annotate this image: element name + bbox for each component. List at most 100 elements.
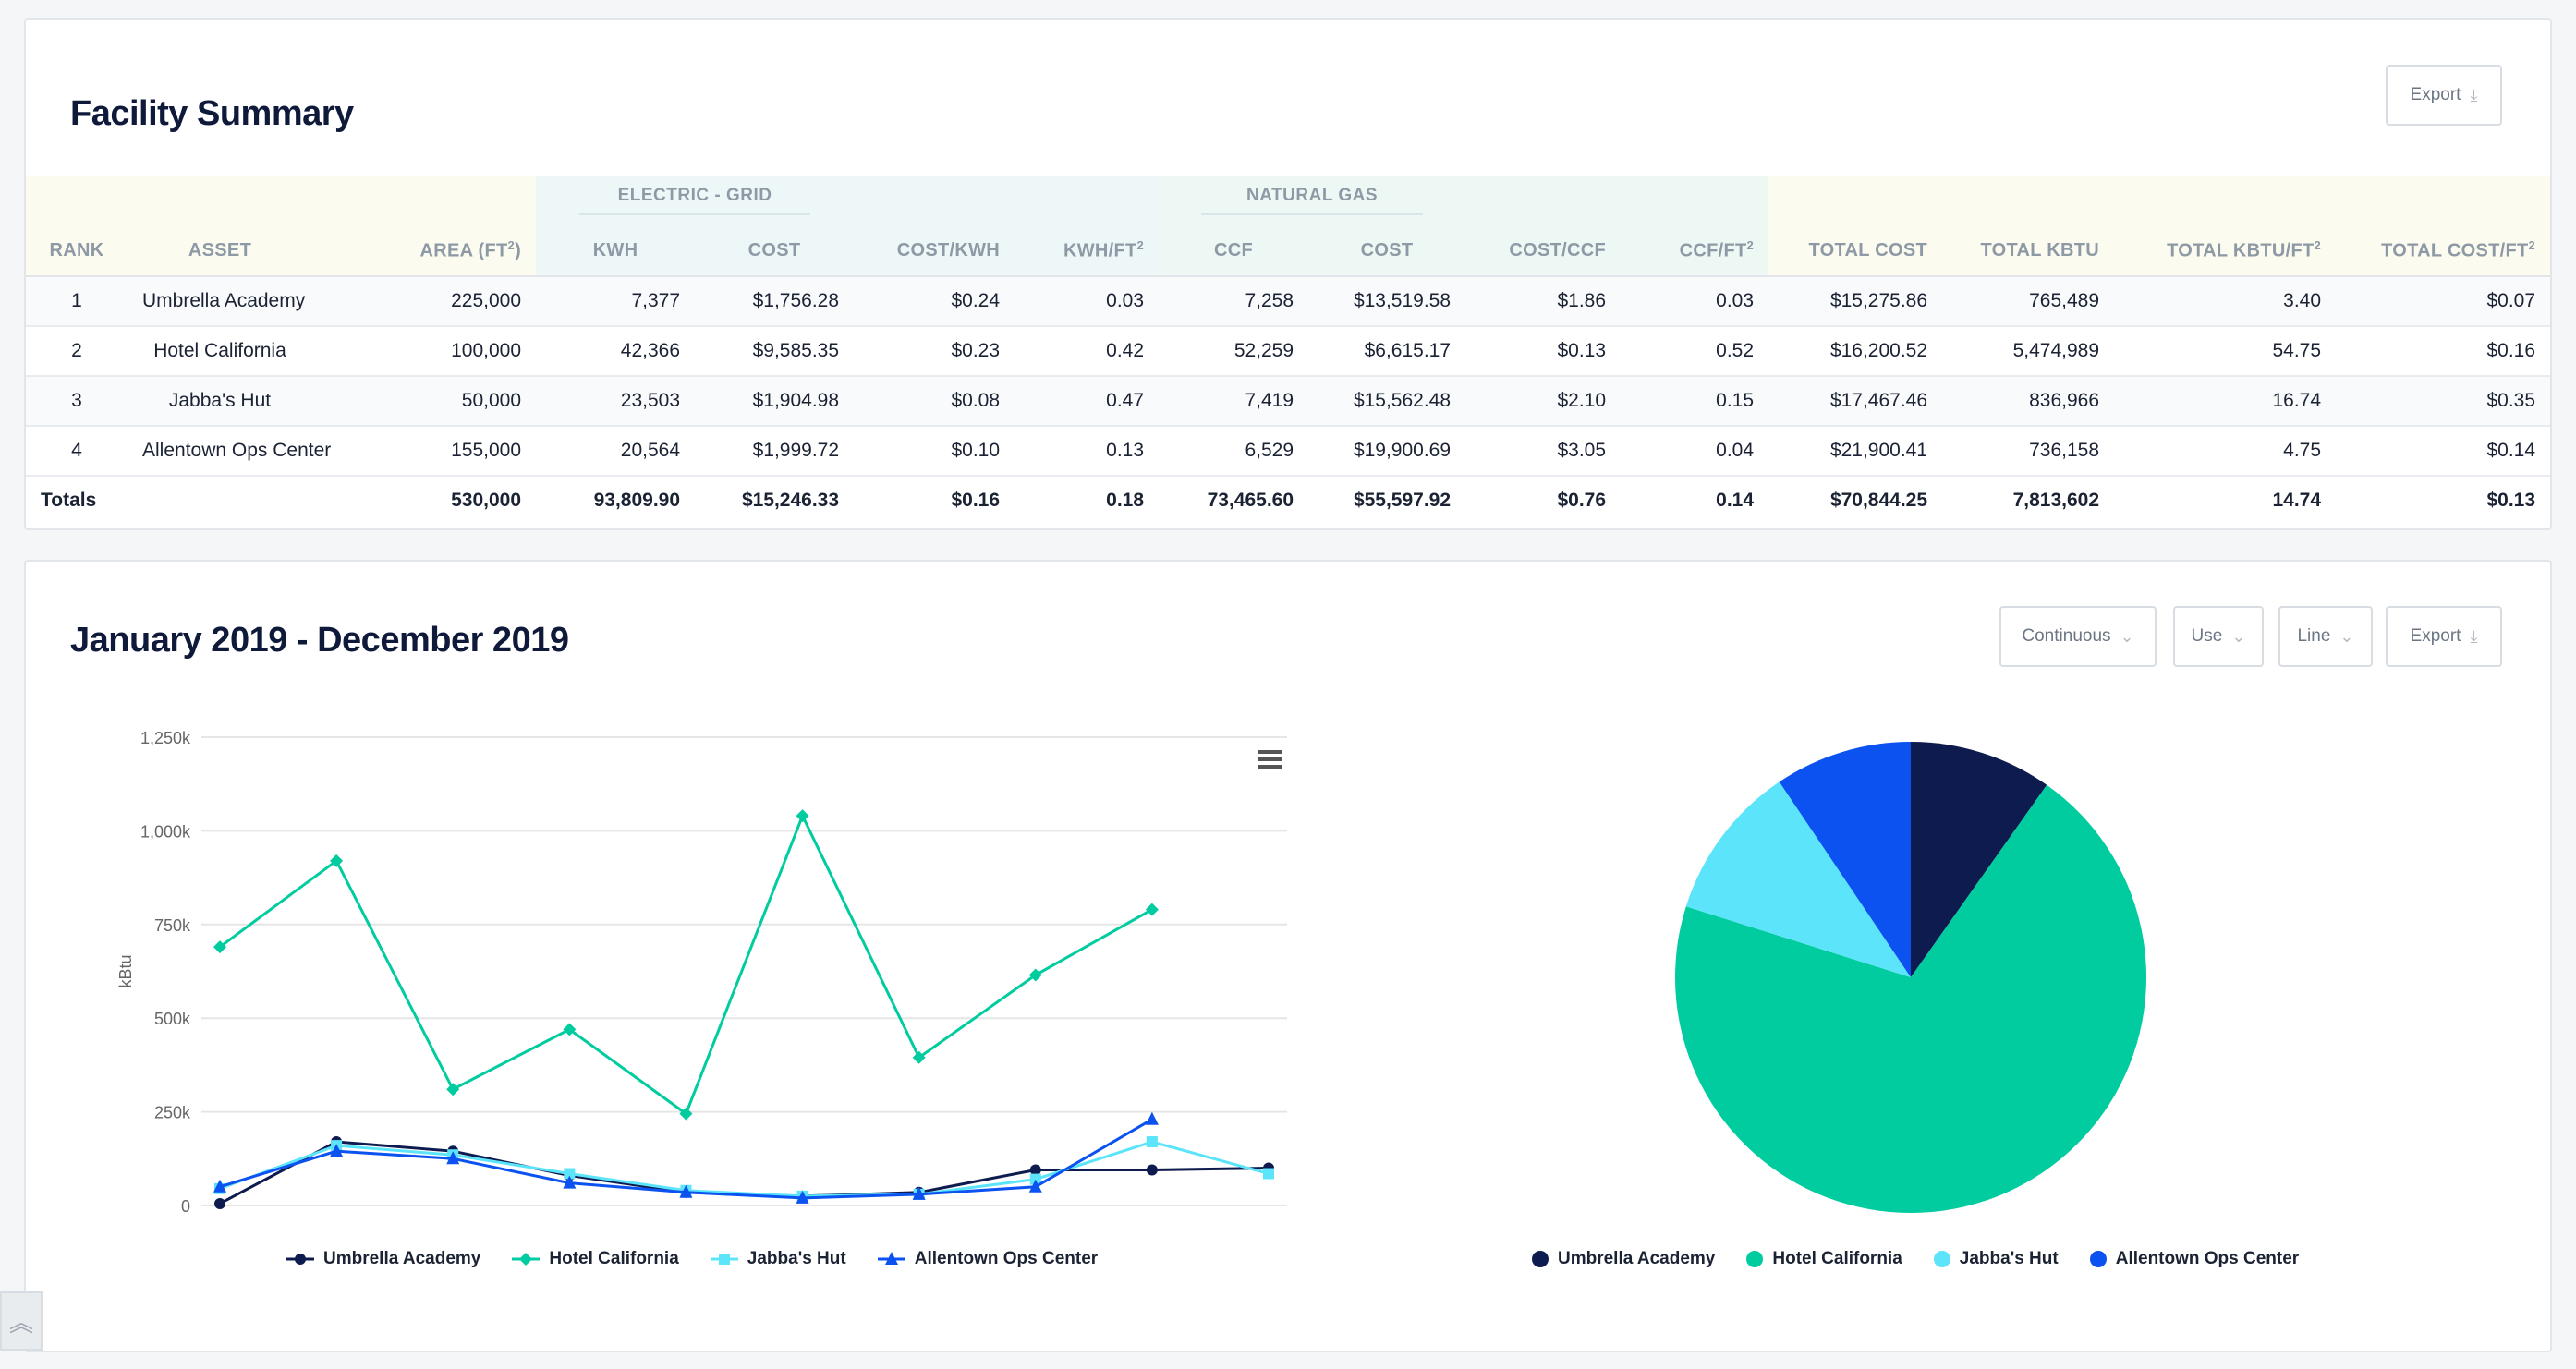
col-kwh-ft[interactable]: KWH/FT2 <box>1015 225 1160 277</box>
column-header-row: RANK ASSET AREA (FT2) KWH COST COST/KWH … <box>26 225 2551 277</box>
col-area[interactable]: AREA (FT2) <box>312 225 537 277</box>
table-cell: $15,275.86 <box>1768 276 1943 327</box>
table-row[interactable]: 2 Hotel California 100,000 42,366 $9,585.35 $… <box>26 326 2551 377</box>
table-cell: $1.86 <box>1465 276 1622 327</box>
legend-marker <box>710 1254 738 1265</box>
table-cell: 1 <box>26 276 128 327</box>
legend-label: Umbrella Academy <box>323 1249 481 1268</box>
table-cell: 23,503 <box>536 376 696 427</box>
chart-type-dropdown[interactable]: Line ⌄ <box>2278 606 2373 667</box>
chart-export-button[interactable]: Export ⤓ <box>2386 606 2502 667</box>
col-cost-ccf[interactable]: COST/CCF <box>1465 225 1622 277</box>
export-label: Export <box>2410 85 2461 104</box>
legend-marker <box>877 1252 905 1265</box>
table-row[interactable]: 4 Allentown Ops Center 155,000 20,564 $1,999… <box>26 426 2551 477</box>
table-cell: $17,467.46 <box>1768 376 1943 427</box>
table-cell: $15,562.48 <box>1308 376 1466 427</box>
legend-label: Allentown Ops Center <box>2115 1249 2300 1268</box>
table-cell: 0.52 <box>1621 326 1769 377</box>
chart-card: January 2019 - December 2019 Continuous … <box>24 560 2552 1352</box>
legend-item[interactable]: Hotel California <box>1746 1249 1902 1269</box>
table-cell: $70,844.25 <box>1829 490 1928 511</box>
col-kwh[interactable]: KWH <box>536 225 696 277</box>
legend-item[interactable]: Hotel California <box>512 1249 679 1269</box>
legend-item[interactable]: Jabba's Hut <box>710 1249 846 1269</box>
table-cell: 6,529 <box>1159 426 1309 477</box>
table-row[interactable]: 3 Jabba's Hut 50,000 23,503 $1,904.98 $0.08 0.… <box>26 376 2551 427</box>
table-cell: 836,966 <box>1942 376 2115 427</box>
col-total-cost-ft[interactable]: TOTAL COST/FT2 <box>2336 225 2551 277</box>
table-cell: $0.14 <box>2336 426 2551 477</box>
table-cell: $0.13 <box>1465 326 1622 377</box>
col-ccf-ft[interactable]: CCF/FT2 <box>1621 225 1769 277</box>
table-cell: 7,419 <box>1159 376 1309 427</box>
scroll-to-top-button[interactable]: ︽ <box>0 1291 43 1351</box>
table-cell: $0.16 <box>2336 326 2551 377</box>
data-point <box>214 1197 225 1209</box>
table-cell: $13,519.58 <box>1308 276 1466 327</box>
table-cell: 736,158 <box>1942 426 2115 477</box>
col-electric-cost[interactable]: COST <box>695 225 855 277</box>
table-cell: Allentown Ops Center <box>128 426 331 477</box>
table-cell: $6,615.17 <box>1308 326 1466 377</box>
metric-dropdown[interactable]: Use ⌄ <box>2173 606 2264 667</box>
legend-label: Jabba's Hut <box>747 1249 846 1268</box>
summary-export-button[interactable]: Export ⤓ <box>2386 65 2502 126</box>
legend-dot <box>1746 1251 1764 1267</box>
col-gas-cost[interactable]: COST <box>1308 225 1466 277</box>
legend-item[interactable]: Umbrella Academy <box>286 1249 480 1269</box>
col-total-kbtu[interactable]: TOTAL KBTU <box>1942 225 2115 277</box>
table-cell: $16,200.52 <box>1768 326 1943 377</box>
table-cell: $2.10 <box>1465 376 1622 427</box>
col-rank[interactable]: RANK <box>26 225 128 277</box>
double-chevron-up-icon: ︽ <box>8 1308 33 1337</box>
menu-bar <box>1258 750 1282 754</box>
table-cell: $9,585.35 <box>695 326 855 377</box>
table-cell: $0.08 <box>854 376 1015 427</box>
table-cell: 2 <box>26 326 128 377</box>
table-cell: 52,259 <box>1159 326 1309 377</box>
table-cell: 7,377 <box>536 276 696 327</box>
table-cell: $15,246.33 <box>741 490 840 511</box>
mode-dropdown[interactable]: Continuous ⌄ <box>1999 606 2157 667</box>
legend-item[interactable]: Umbrella Academy <box>1532 1249 1715 1269</box>
table-cell: 0.13 <box>1015 426 1160 477</box>
table-cell: Totals <box>41 490 97 511</box>
legend-dot <box>2089 1251 2107 1267</box>
chart-menu-icon[interactable] <box>1258 750 1282 769</box>
group-header-row: ELECTRIC - GRID NATURAL GAS <box>26 176 2551 225</box>
table-cell: $55,597.92 <box>1353 490 1452 511</box>
chevron-down-icon: ⌄ <box>2120 626 2134 646</box>
col-total-cost[interactable]: TOTAL COST <box>1768 225 1943 277</box>
col-asset[interactable]: ASSET <box>128 225 312 277</box>
legend-marker <box>512 1253 541 1266</box>
table-cell: 50,000 <box>312 376 537 427</box>
summary-table-body: 1 Umbrella Academy 225,000 7,377 $1,756.28 $0… <box>26 276 2551 525</box>
totals-row[interactable]: Totals 530,000 93,809.90 $15,246.33 $0.16 0.1… <box>26 476 2550 525</box>
electric-group-header: ELECTRIC - GRID <box>536 176 855 225</box>
y-tick-label: 250k <box>154 1104 191 1122</box>
legend-item[interactable]: Allentown Ops Center <box>877 1249 1098 1269</box>
download-icon: ⤓ <box>2470 85 2478 104</box>
table-cell: $0.35 <box>2336 376 2551 427</box>
data-point <box>1145 903 1159 916</box>
summary-table: ELECTRIC - GRID NATURAL GAS RANK ASSET A… <box>26 176 2551 525</box>
table-row[interactable]: 1 Umbrella Academy 225,000 7,377 $1,756.28 $0… <box>26 276 2551 327</box>
table-cell: $0.10 <box>854 426 1015 477</box>
legend-dot <box>1532 1251 1549 1267</box>
legend-item[interactable]: Allentown Ops Center <box>2089 1249 2300 1269</box>
col-total-kbtu-ft[interactable]: TOTAL KBTU/FT2 <box>2114 225 2337 277</box>
y-tick-label: 1,250k <box>140 729 191 747</box>
table-cell: 225,000 <box>312 276 537 327</box>
legend-item[interactable]: Jabba's Hut <box>1933 1249 2059 1269</box>
chevron-down-icon: ⌄ <box>2339 626 2354 646</box>
series-hotel-california <box>213 809 1159 1121</box>
table-cell: 20,564 <box>536 426 696 477</box>
col-cost-kwh[interactable]: COST/KWH <box>854 225 1015 277</box>
col-ccf[interactable]: CCF <box>1159 225 1309 277</box>
table-cell: $1,904.98 <box>695 376 855 427</box>
pie-chart-legend: Umbrella Academy Hotel California Jabba's … <box>1532 1249 2299 1269</box>
table-cell: 93,809.90 <box>593 490 681 511</box>
data-point <box>1146 1164 1158 1176</box>
summary-title: Facility Summary <box>70 94 354 133</box>
